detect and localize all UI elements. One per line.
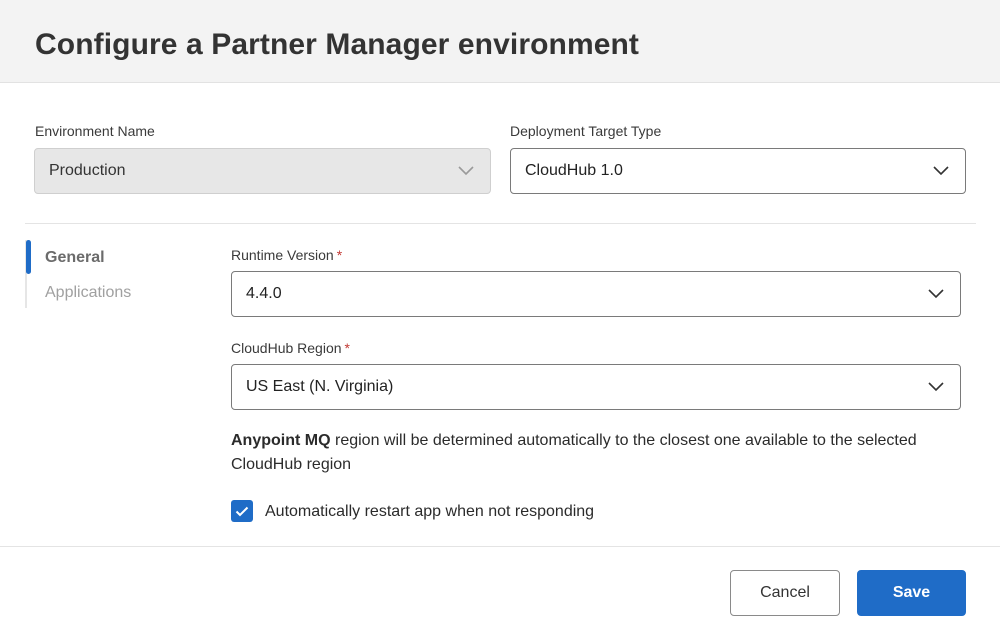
cloudhub-region-select[interactable]: US East (N. Virginia): [231, 364, 961, 410]
section-divider: [25, 223, 976, 224]
deployment-target-label: Deployment Target Type: [510, 123, 662, 139]
cancel-button[interactable]: Cancel: [730, 570, 840, 616]
mq-region-info-text: region will be determined automatically …: [231, 432, 917, 473]
runtime-version-label: Runtime Version *: [231, 247, 343, 263]
chevron-down-icon: [928, 382, 944, 392]
dialog-header: Configure a Partner Manager environment: [0, 0, 1000, 83]
cloudhub-region-label: CloudHub Region *: [231, 340, 350, 356]
deployment-target-value: CloudHub 1.0: [525, 162, 623, 179]
chevron-down-icon: [458, 166, 474, 176]
anypoint-mq-term: Anypoint MQ: [231, 432, 331, 449]
mq-region-info: Anypoint MQ region will be determined au…: [231, 429, 971, 477]
chevron-down-icon: [933, 166, 949, 176]
environment-name-value: Production: [49, 162, 126, 179]
side-nav-active-indicator: [26, 240, 31, 274]
environment-name-select[interactable]: Production: [34, 148, 491, 194]
nav-item-general[interactable]: General: [45, 249, 105, 267]
auto-restart-checkbox[interactable]: [231, 500, 253, 522]
environment-name-label: Environment Name: [35, 123, 155, 139]
chevron-down-icon: [928, 289, 944, 299]
dialog-title: Configure a Partner Manager environment: [35, 28, 640, 61]
auto-restart-label[interactable]: Automatically restart app when not respo…: [265, 503, 594, 521]
required-mark: *: [344, 340, 350, 356]
cloudhub-region-value: US East (N. Virginia): [246, 378, 394, 395]
runtime-version-value: 4.4.0: [246, 285, 282, 302]
runtime-version-select[interactable]: 4.4.0: [231, 271, 961, 317]
footer-divider: [0, 546, 1000, 547]
save-button[interactable]: Save: [857, 570, 966, 616]
deployment-target-select[interactable]: CloudHub 1.0: [510, 148, 966, 194]
required-mark: *: [336, 247, 343, 263]
nav-item-applications[interactable]: Applications: [45, 284, 131, 302]
checkmark-icon: [235, 506, 249, 516]
